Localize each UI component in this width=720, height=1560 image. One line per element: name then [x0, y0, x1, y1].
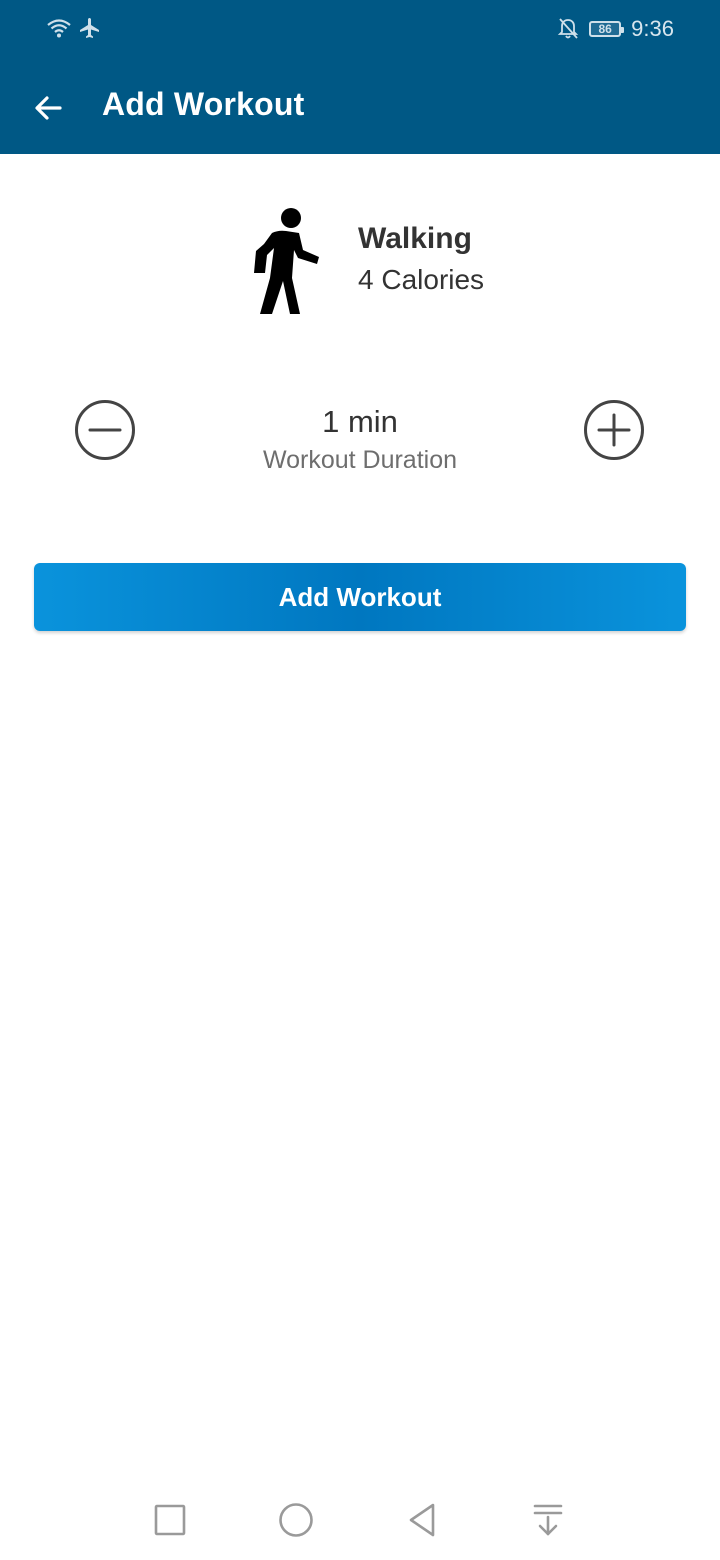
walking-person-icon — [254, 208, 319, 314]
workout-name: Walking — [358, 222, 472, 255]
recent-apps-button[interactable] — [146, 1496, 194, 1544]
status-right-icons: 86 9:36 — [557, 16, 674, 42]
home-button[interactable] — [272, 1496, 320, 1544]
notification-pull-button[interactable] — [524, 1496, 572, 1544]
workout-calories: 4 Calories — [358, 264, 485, 295]
airplane-mode-icon — [80, 18, 99, 38]
home-icon — [279, 1503, 313, 1537]
system-back-button[interactable] — [398, 1496, 446, 1544]
status-left-icons — [46, 16, 102, 40]
app-bar: Add Workout — [0, 60, 720, 154]
status-bar: 86 9:36 — [0, 0, 720, 60]
status-time: 9:36 — [631, 16, 674, 41]
battery-level: 86 — [598, 22, 612, 36]
back-icon — [409, 1503, 435, 1537]
arrow-back-icon — [35, 96, 62, 120]
battery-icon: 86 — [589, 21, 625, 37]
plus-circle-icon — [584, 400, 644, 460]
back-button[interactable] — [20, 80, 76, 136]
wifi-icon — [47, 19, 71, 38]
increase-duration-button[interactable] — [582, 398, 646, 462]
workout-summary: Walking 4 Calories — [0, 200, 720, 320]
page-title: Add Workout — [102, 86, 305, 122]
add-workout-button[interactable]: Add Workout — [34, 563, 686, 631]
notifications-off-icon — [557, 18, 579, 39]
add-workout-screen: 86 9:36 Add Workout Walking 4 Calories 1… — [0, 0, 720, 1560]
system-nav-bar — [0, 1478, 720, 1560]
recent-apps-icon — [154, 1504, 186, 1536]
notification-pull-icon — [533, 1504, 563, 1536]
